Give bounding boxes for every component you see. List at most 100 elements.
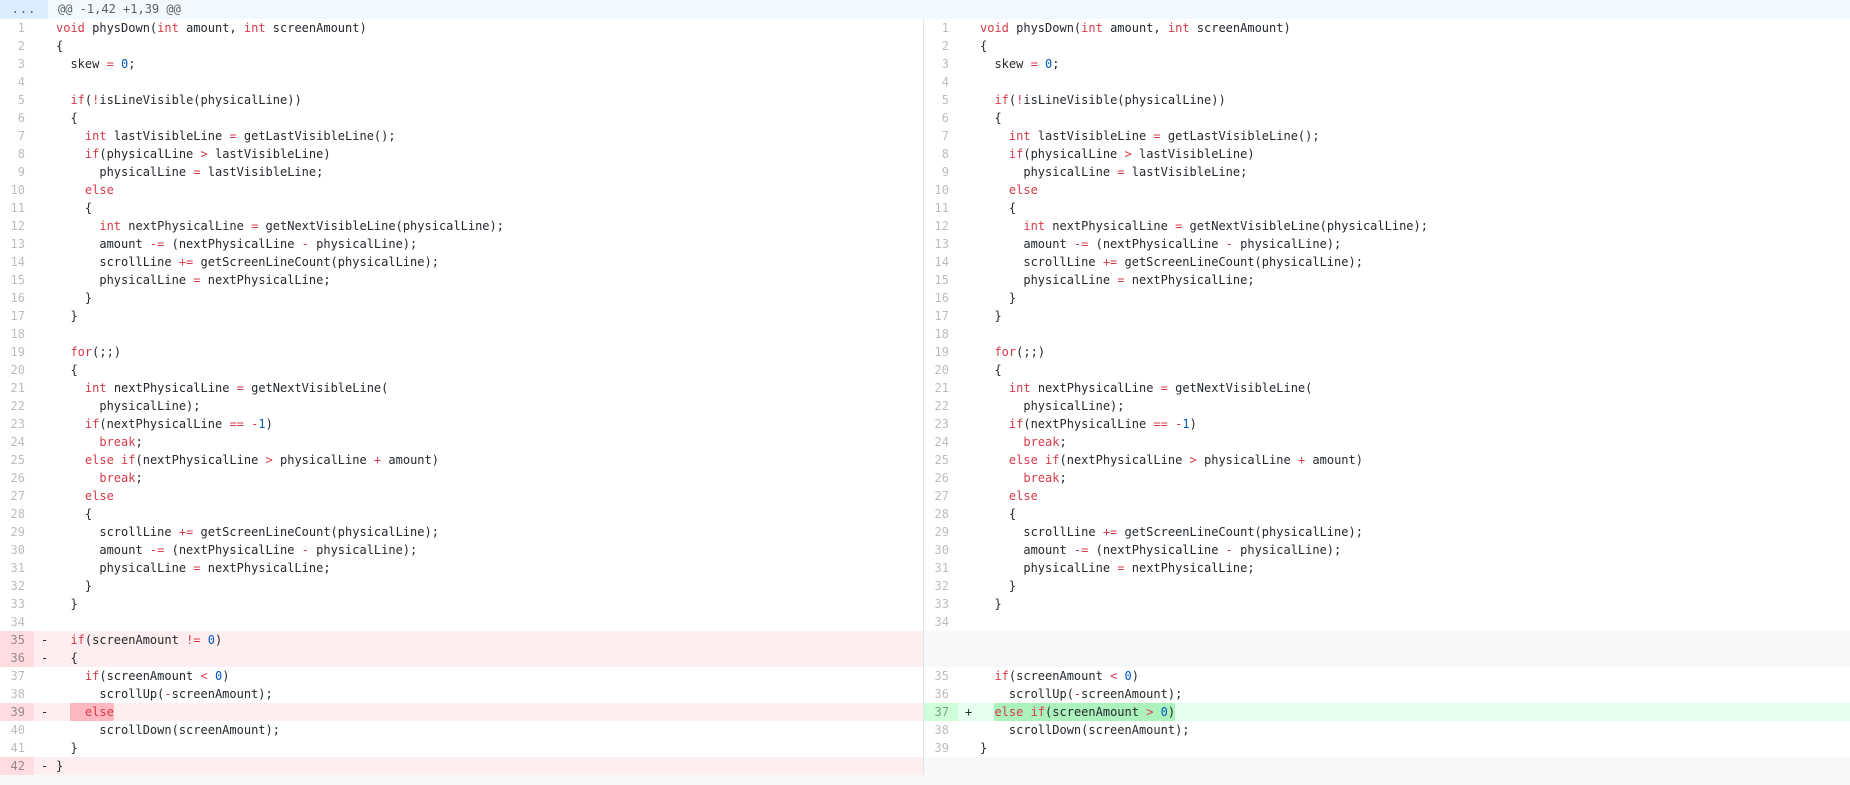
new-line-number[interactable]: 12 — [923, 217, 958, 235]
old-line-number[interactable]: 4 — [0, 73, 34, 91]
old-line-number[interactable]: 30 — [0, 541, 34, 559]
old-line-number[interactable]: 18 — [0, 325, 34, 343]
new-line-number[interactable]: 1 — [923, 19, 958, 37]
old-line-number[interactable]: 16 — [0, 289, 34, 307]
new-line-number[interactable]: 32 — [923, 577, 958, 595]
diff-row: 3 skew = 0;3 skew = 0; — [0, 55, 1850, 73]
old-line-number[interactable]: 11 — [0, 199, 34, 217]
old-line-number[interactable]: 21 — [0, 379, 34, 397]
diff-bottom-spacer — [0, 775, 1850, 785]
diff-row: 34 34 — [0, 613, 1850, 631]
new-line-number[interactable]: 20 — [923, 361, 958, 379]
old-line-number[interactable]: 32 — [0, 577, 34, 595]
old-line-number[interactable]: 36 — [0, 649, 34, 667]
new-line-number[interactable]: 3 — [923, 55, 958, 73]
old-line-number[interactable]: 41 — [0, 739, 34, 757]
old-line-number[interactable]: 12 — [0, 217, 34, 235]
new-line-number[interactable]: 29 — [923, 523, 958, 541]
old-line-number[interactable]: 33 — [0, 595, 34, 613]
old-line-number[interactable]: 19 — [0, 343, 34, 361]
new-code-line: } — [958, 577, 1850, 595]
new-line-number[interactable]: 28 — [923, 505, 958, 523]
new-code-line: { — [958, 505, 1850, 523]
new-line-number[interactable]: 33 — [923, 595, 958, 613]
old-line-number[interactable]: 2 — [0, 37, 34, 55]
new-line-number[interactable]: 30 — [923, 541, 958, 559]
new-line-number[interactable]: 4 — [923, 73, 958, 91]
old-line-number[interactable]: 3 — [0, 55, 34, 73]
new-code-line: int lastVisibleLine = getLastVisibleLine… — [958, 127, 1850, 145]
new-line-number[interactable]: 27 — [923, 487, 958, 505]
old-line-number[interactable]: 15 — [0, 271, 34, 289]
old-line-number[interactable]: 14 — [0, 253, 34, 271]
new-line-number[interactable]: 35 — [923, 667, 958, 685]
old-line-number[interactable]: 22 — [0, 397, 34, 415]
new-line-number[interactable]: 31 — [923, 559, 958, 577]
new-line-number[interactable]: 2 — [923, 37, 958, 55]
expand-hunk-button[interactable]: ... — [0, 0, 48, 19]
new-line-number[interactable]: 24 — [923, 433, 958, 451]
old-line-number[interactable]: 8 — [0, 145, 34, 163]
old-line-number[interactable]: 38 — [0, 685, 34, 703]
old-line-number[interactable]: 6 — [0, 109, 34, 127]
old-code-line: } — [34, 307, 923, 325]
old-line-number[interactable]: 42 — [0, 757, 34, 775]
new-line-number[interactable]: 36 — [923, 685, 958, 703]
old-line-number[interactable]: 28 — [0, 505, 34, 523]
old-line-number[interactable]: 25 — [0, 451, 34, 469]
old-line-number[interactable]: 20 — [0, 361, 34, 379]
diff-rows: 1void physDown(int amount, int screenAmo… — [0, 19, 1850, 775]
old-line-number[interactable]: 31 — [0, 559, 34, 577]
new-code-line — [958, 73, 1850, 91]
old-line-number[interactable]: 13 — [0, 235, 34, 253]
new-code-line: } — [958, 289, 1850, 307]
old-line-number[interactable]: 7 — [0, 127, 34, 145]
new-line-number[interactable]: 11 — [923, 199, 958, 217]
new-line-number[interactable]: 9 — [923, 163, 958, 181]
new-line-number[interactable]: 25 — [923, 451, 958, 469]
new-line-number[interactable]: 10 — [923, 181, 958, 199]
old-line-number[interactable]: 1 — [0, 19, 34, 37]
new-line-number[interactable]: 37 — [923, 703, 958, 721]
old-line-number[interactable]: 5 — [0, 91, 34, 109]
new-line-number[interactable]: 6 — [923, 109, 958, 127]
old-line-number[interactable]: 23 — [0, 415, 34, 433]
old-line-number[interactable]: 10 — [0, 181, 34, 199]
old-code-line — [34, 325, 923, 343]
new-line-number[interactable]: 7 — [923, 127, 958, 145]
old-line-number[interactable]: 29 — [0, 523, 34, 541]
old-line-number[interactable]: 37 — [0, 667, 34, 685]
new-code-line: amount -= (nextPhysicalLine - physicalLi… — [958, 541, 1850, 559]
new-line-number[interactable]: 8 — [923, 145, 958, 163]
old-line-number[interactable]: 9 — [0, 163, 34, 181]
old-code-line: if(nextPhysicalLine == -1) — [34, 415, 923, 433]
old-line-number[interactable]: 40 — [0, 721, 34, 739]
new-line-number[interactable]: 13 — [923, 235, 958, 253]
old-line-number[interactable]: 35 — [0, 631, 34, 649]
new-line-number[interactable]: 14 — [923, 253, 958, 271]
new-line-number[interactable]: 34 — [923, 613, 958, 631]
old-line-number[interactable]: 39 — [0, 703, 34, 721]
old-line-number[interactable]: 17 — [0, 307, 34, 325]
new-line-number[interactable]: 15 — [923, 271, 958, 289]
new-line-number[interactable]: 21 — [923, 379, 958, 397]
change-marker: + — [965, 703, 972, 721]
old-code-line: int nextPhysicalLine = getNextVisibleLin… — [34, 217, 923, 235]
new-line-number[interactable]: 5 — [923, 91, 958, 109]
word-diff-highlight: else — [70, 703, 113, 721]
old-line-number[interactable]: 26 — [0, 469, 34, 487]
new-line-number[interactable]: 23 — [923, 415, 958, 433]
new-line-number[interactable]: 16 — [923, 289, 958, 307]
old-line-number[interactable]: 24 — [0, 433, 34, 451]
new-line-number[interactable]: 39 — [923, 739, 958, 757]
new-line-number[interactable]: 18 — [923, 325, 958, 343]
new-line-number[interactable]: 38 — [923, 721, 958, 739]
new-line-number[interactable]: 26 — [923, 469, 958, 487]
new-line-number[interactable]: 22 — [923, 397, 958, 415]
diff-row: 10 else10 else — [0, 181, 1850, 199]
new-line-number[interactable]: 17 — [923, 307, 958, 325]
old-line-number[interactable]: 27 — [0, 487, 34, 505]
diff-row: 22 physicalLine);22 physicalLine); — [0, 397, 1850, 415]
old-line-number[interactable]: 34 — [0, 613, 34, 631]
new-line-number[interactable]: 19 — [923, 343, 958, 361]
